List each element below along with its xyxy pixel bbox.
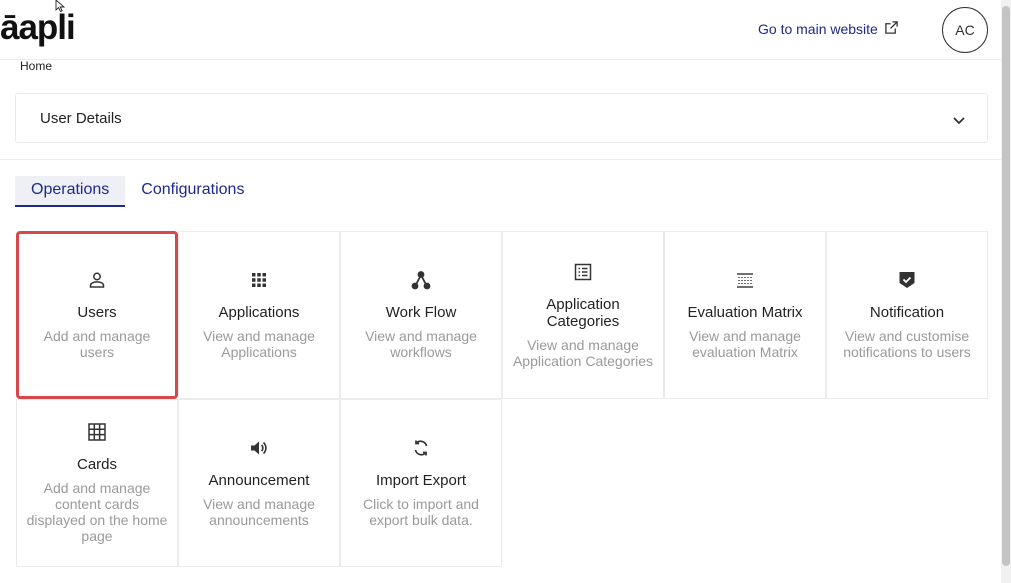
card-title: Application Categories xyxy=(546,295,620,330)
table-grid-icon xyxy=(87,422,107,442)
mouse-cursor-icon xyxy=(55,0,66,12)
card-title: Applications xyxy=(218,304,300,321)
card-title: Work Flow xyxy=(385,304,457,321)
card-title: Import Export xyxy=(375,472,467,489)
speaker-icon xyxy=(249,438,269,458)
card-import-export[interactable]: Import Export Click to import and export… xyxy=(340,399,502,567)
card-applications[interactable]: Applications View and manage Application… xyxy=(178,231,340,399)
main-website-link-label: Go to main website xyxy=(758,21,878,37)
card-evaluation-matrix[interactable]: Evaluation Matrix View and manage evalua… xyxy=(664,231,826,399)
card-application-categories[interactable]: Application Categories View and manage A… xyxy=(502,231,664,399)
user-icon xyxy=(87,270,107,290)
chevron-down-icon[interactable] xyxy=(951,112,967,128)
card-title: Notification xyxy=(869,304,945,321)
card-description: View and manage announcements xyxy=(203,496,315,528)
scrollbar-thumb[interactable] xyxy=(1002,6,1010,566)
sync-icon xyxy=(411,438,431,458)
matrix-icon xyxy=(735,270,755,290)
tab-bar: Operations Configurations xyxy=(15,176,260,207)
operations-grid: Users Add and manage users Applications … xyxy=(16,231,988,567)
card-description: View and manage workflows xyxy=(365,328,477,360)
apps-grid-icon xyxy=(249,270,269,290)
card-work-flow[interactable]: Work Flow View and manage workflows xyxy=(340,231,502,399)
card-description: Click to import and export bulk data. xyxy=(363,496,479,528)
section-divider xyxy=(0,159,1001,160)
card-description: Add and manage users xyxy=(43,328,151,360)
app-logo[interactable]: āapli xyxy=(0,8,76,48)
external-link-icon xyxy=(884,20,899,38)
card-cards[interactable]: Cards Add and manage content cards displ… xyxy=(16,399,178,567)
card-notification[interactable]: Notification View and customise notifica… xyxy=(826,231,988,399)
main-website-link[interactable]: Go to main website xyxy=(758,20,899,38)
tab-operations[interactable]: Operations xyxy=(15,176,126,207)
card-title: Users xyxy=(77,304,117,321)
card-description: Add and manage content cards displayed o… xyxy=(26,480,168,544)
card-title: Announcement xyxy=(208,472,310,489)
user-details-title: User Details xyxy=(40,110,122,127)
card-title: Cards xyxy=(76,456,117,473)
card-announcement[interactable]: Announcement View and manage announcemen… xyxy=(178,399,340,567)
workflow-icon xyxy=(411,270,431,290)
verified-shield-icon xyxy=(897,270,917,290)
card-description: View and manage Applications xyxy=(203,328,315,360)
vertical-scrollbar[interactable] xyxy=(1001,0,1011,583)
card-users[interactable]: Users Add and manage users xyxy=(16,231,178,399)
user-details-accordion[interactable]: User Details xyxy=(15,93,988,143)
card-description: View and manage evaluation Matrix xyxy=(689,328,801,360)
card-description: View and manage Application Categories xyxy=(512,336,654,369)
app-header: āapli Go to main website AC xyxy=(0,0,1001,60)
card-title: Evaluation Matrix xyxy=(687,304,803,321)
list-icon xyxy=(573,262,593,282)
tab-configurations[interactable]: Configurations xyxy=(125,176,260,207)
user-avatar[interactable]: AC xyxy=(942,7,988,53)
breadcrumb[interactable]: Home xyxy=(20,59,52,73)
card-description: View and customise notifications to user… xyxy=(843,328,971,360)
